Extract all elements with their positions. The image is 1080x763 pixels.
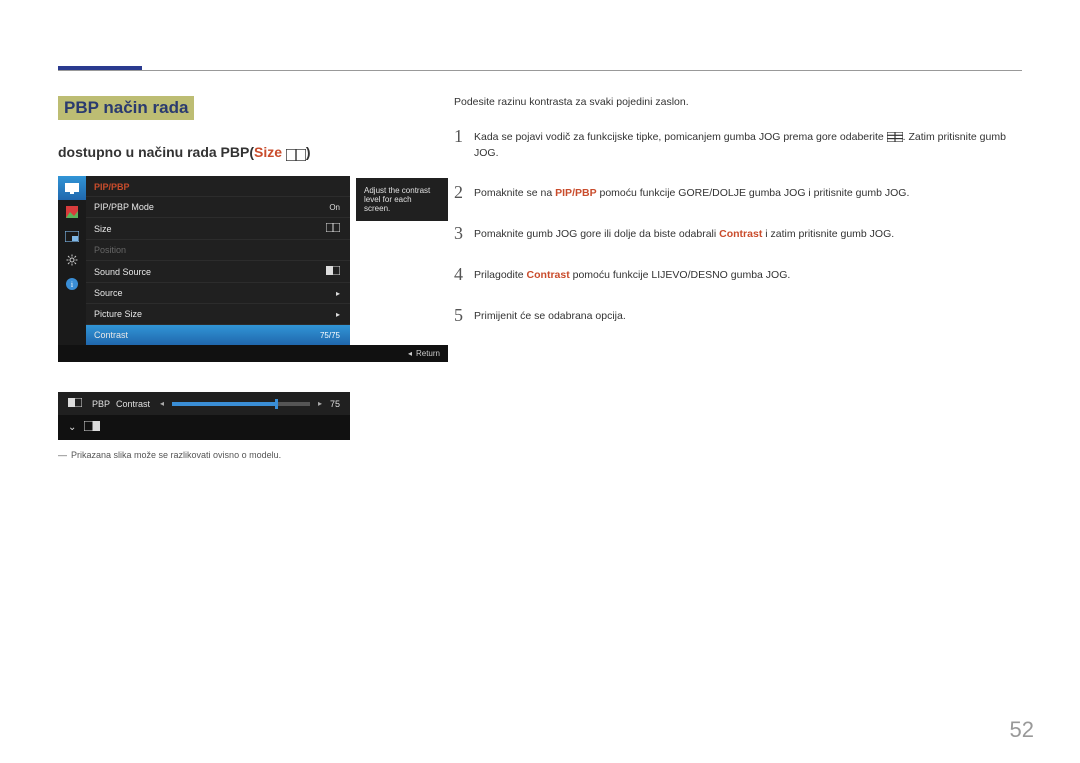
osd-mode-label: PIP/PBP Mode bbox=[94, 202, 329, 212]
step-number: 4 bbox=[454, 264, 474, 285]
osd-sidebar-pip-icon[interactable] bbox=[58, 224, 86, 248]
dash-icon: ― bbox=[58, 450, 67, 460]
slider-handle[interactable] bbox=[275, 399, 278, 409]
step-text: Pomaknite gumb JOG gore ili dolje da bis… bbox=[474, 223, 1022, 244]
osd-contrast-value: 75/75 bbox=[320, 331, 340, 340]
osd-size-label: Size bbox=[94, 224, 326, 234]
keyword: Contrast bbox=[527, 269, 570, 281]
osd-row-size[interactable]: Size bbox=[86, 217, 350, 239]
osd-row-soundsource[interactable]: Sound Source bbox=[86, 260, 350, 282]
pbp-icon bbox=[286, 146, 306, 162]
section-heading: PBP način rada bbox=[58, 96, 440, 120]
osd-row-mode[interactable]: PIP/PBP ModeOn bbox=[86, 196, 350, 217]
page-number: 52 bbox=[1010, 717, 1034, 743]
header-divider bbox=[58, 70, 1022, 71]
chevron-right-icon: ▸ bbox=[336, 310, 340, 319]
pbp-icon bbox=[84, 421, 100, 434]
pbp-icon bbox=[68, 398, 82, 409]
step-text: Pomaknite se na PIP/PBP pomoću funkcije … bbox=[474, 182, 1022, 203]
osd-sidebar-settings-icon[interactable] bbox=[58, 248, 86, 272]
pbp-icon bbox=[326, 223, 340, 234]
pbp-left-icon bbox=[326, 266, 340, 277]
chevron-left-icon: ◂ bbox=[408, 349, 412, 358]
osd-row-contrast[interactable]: Contrast75/75 bbox=[86, 324, 350, 345]
slider-value: 75 bbox=[330, 399, 340, 409]
step-4: 4 Prilagodite Contrast pomoću funkcije L… bbox=[454, 264, 1022, 285]
heading-text: PBP način rada bbox=[58, 96, 194, 120]
step-2: 2 Pomaknite se na PIP/PBP pomoću funkcij… bbox=[454, 182, 1022, 203]
osd-panel: i PIP/PBP PIP/PBP ModeOn Size Position S… bbox=[58, 176, 350, 345]
disclaimer-text: Prikazana slika može se razlikovati ovis… bbox=[71, 450, 281, 460]
keyword: Contrast bbox=[719, 228, 762, 240]
slider-track[interactable] bbox=[172, 402, 310, 406]
chevron-right-icon[interactable]: ▸ bbox=[318, 399, 322, 408]
step-number: 3 bbox=[454, 223, 474, 244]
osd-sidebar-picture-icon[interactable] bbox=[58, 200, 86, 224]
step-text: Kada se pojavi vodič za funkcijske tipke… bbox=[474, 126, 1022, 162]
step-number: 5 bbox=[454, 305, 474, 326]
step-3: 3 Pomaknite gumb JOG gore ili dolje da b… bbox=[454, 223, 1022, 244]
osd-picturesize-label: Picture Size bbox=[94, 309, 336, 319]
osd-sidebar: i bbox=[58, 176, 86, 345]
osd-soundsource-label: Sound Source bbox=[94, 267, 326, 277]
slider-label: Contrast bbox=[116, 399, 150, 409]
osd-return-bar[interactable]: ◂ Return bbox=[58, 345, 448, 362]
osd-tooltip: Adjust the contrast level for each scree… bbox=[356, 178, 448, 221]
osd-row-source[interactable]: Source▸ bbox=[86, 282, 350, 303]
osd-position-label: Position bbox=[94, 245, 340, 255]
step-text: Primijenit će se odabrana opcija. bbox=[474, 305, 1022, 326]
subheading: dostupno u načinu rada PBP(Size ) bbox=[58, 144, 440, 162]
subhead-size-word: Size bbox=[254, 144, 282, 160]
chevron-left-icon[interactable]: ◂ bbox=[160, 399, 164, 408]
chevron-down-icon: ⌄ bbox=[68, 422, 76, 433]
step-5: 5 Primijenit će se odabrana opcija. bbox=[454, 305, 1022, 326]
osd-sidebar-info-icon[interactable]: i bbox=[58, 272, 86, 296]
step-number: 1 bbox=[454, 126, 474, 162]
step-text: Prilagodite Contrast pomoću funkcije LIJ… bbox=[474, 264, 1022, 285]
osd-sidebar-display-icon[interactable] bbox=[58, 176, 86, 200]
osd-mode-value: On bbox=[329, 203, 340, 212]
keyword: PIP/PBP bbox=[555, 187, 596, 199]
intro-text: Podesite razinu kontrasta za svaki pojed… bbox=[454, 96, 1022, 108]
subhead-prefix: dostupno u načinu rada PBP( bbox=[58, 144, 254, 160]
menu-icon bbox=[887, 131, 903, 143]
slider-fill bbox=[172, 402, 275, 406]
osd-row-picturesize[interactable]: Picture Size▸ bbox=[86, 303, 350, 324]
chevron-right-icon: ▸ bbox=[336, 289, 340, 298]
osd-contrast-label: Contrast bbox=[94, 330, 320, 340]
slider-hint-bar: ⌄ bbox=[58, 415, 350, 440]
subhead-suffix: ) bbox=[306, 144, 311, 160]
slider-row[interactable]: PBP Contrast ◂ ▸ 75 bbox=[58, 392, 350, 415]
step-1: 1 Kada se pojavi vodič za funkcijske tip… bbox=[454, 126, 1022, 162]
osd-return-label: Return bbox=[416, 349, 440, 358]
slider-mode: PBP bbox=[92, 399, 110, 409]
step-number: 2 bbox=[454, 182, 474, 203]
osd-row-position: Position bbox=[86, 239, 350, 260]
osd-title: PIP/PBP bbox=[86, 176, 350, 196]
disclaimer: ― Prikazana slika može se razlikovati ovi… bbox=[58, 450, 440, 460]
osd-source-label: Source bbox=[94, 288, 336, 298]
